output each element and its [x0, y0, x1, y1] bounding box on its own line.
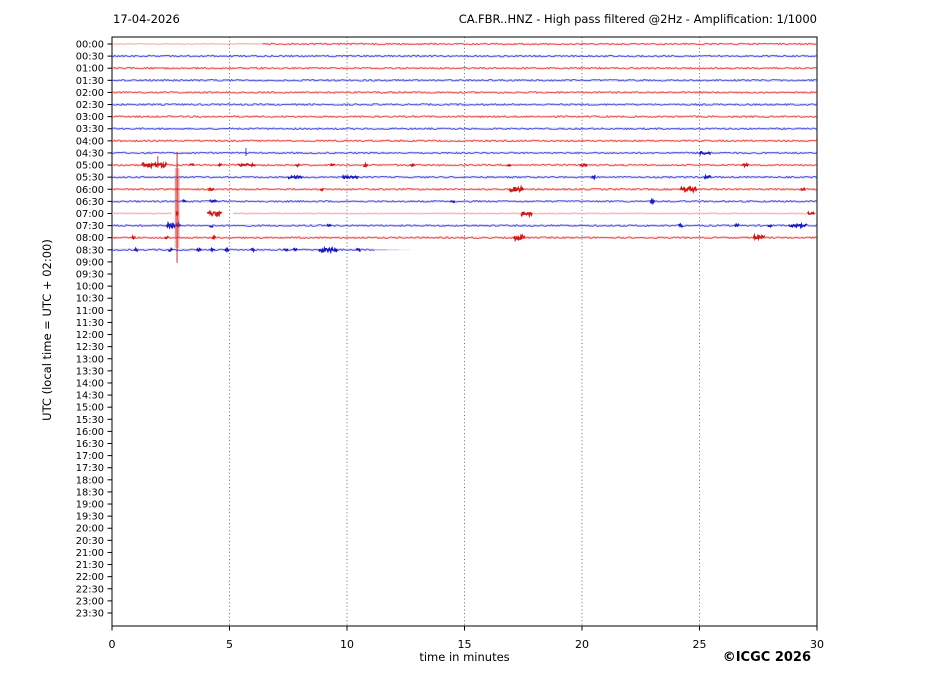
row-label: 17:30	[76, 463, 104, 474]
trace-row-0330	[111, 127, 817, 131]
event-blob	[329, 162, 336, 166]
row-label: 08:00	[76, 233, 104, 244]
row-label: 10:30	[76, 294, 104, 305]
row-label: 07:00	[76, 209, 104, 220]
row-label: 16:00	[76, 427, 104, 438]
main-event-spike	[174, 151, 180, 263]
trace-row-0000	[111, 42, 817, 46]
row-label: 18:30	[76, 487, 104, 498]
event-blob	[767, 224, 773, 228]
x-tick-label: 30	[810, 638, 824, 651]
row-label: 15:00	[76, 403, 104, 414]
row-label: 13:30	[76, 366, 104, 377]
trace-row-0030	[111, 54, 817, 58]
row-label: 18:00	[76, 475, 104, 486]
row-label: 21:30	[76, 560, 104, 571]
row-label: 02:00	[76, 88, 104, 99]
event-blob	[649, 197, 656, 206]
row-label: 22:30	[76, 584, 104, 595]
event-blob	[449, 200, 456, 204]
trace-row-0400	[111, 139, 817, 143]
row-label: 09:00	[76, 257, 104, 268]
row-label: 23:30	[76, 608, 104, 619]
row-label: 14:00	[76, 378, 104, 389]
row-label: 23:00	[76, 596, 104, 607]
trace-row-0300	[111, 115, 817, 119]
row-label: 01:30	[76, 76, 104, 87]
trace-row-0230	[111, 102, 817, 107]
trace-row-0600	[111, 184, 817, 194]
row-label: 15:30	[76, 415, 104, 426]
row-label: 07:30	[76, 221, 104, 232]
trace-row-0530	[111, 173, 817, 181]
event-blob	[591, 174, 597, 181]
x-tick-label: 15	[458, 638, 472, 651]
row-label: 22:00	[76, 572, 104, 583]
row-label: 11:00	[76, 306, 104, 317]
event-blob	[318, 245, 338, 255]
row-label: 12:30	[76, 342, 104, 353]
row-label: 02:30	[76, 100, 104, 111]
row-label: 19:30	[76, 512, 104, 523]
row-label: 20:00	[76, 524, 104, 535]
trace-row-0630	[111, 197, 817, 206]
helicorder-plot: 0 5 10 15 20 25 30 00:0000:3001:0001:3002:0002:…	[76, 36, 824, 651]
row-label: 13:00	[76, 354, 104, 365]
event-blob	[209, 225, 214, 228]
row-label: 06:30	[76, 197, 104, 208]
row-label: 11:30	[76, 318, 104, 329]
trace-row-0500	[111, 156, 817, 170]
x-tick-label: 25	[693, 638, 707, 651]
event-blob	[195, 247, 202, 253]
seismogram-viewer: 17-04-2026 CA.FBR..HNZ - High pass filte…	[0, 0, 927, 696]
trace-row-0100	[111, 66, 817, 70]
event-blob	[207, 187, 215, 192]
event-blob	[506, 163, 512, 167]
row-label: 08:30	[76, 245, 104, 256]
trace-row-0730	[111, 220, 817, 231]
row-label: 01:00	[76, 64, 104, 75]
row-label: 04:00	[76, 136, 104, 147]
event-blob	[206, 209, 223, 218]
event-blob	[341, 174, 359, 180]
event-blob	[210, 246, 216, 254]
trace-row-0200	[111, 90, 817, 95]
row-label: 12:00	[76, 330, 104, 341]
trace-row-0700	[111, 209, 817, 219]
event-blob	[326, 223, 332, 227]
event-blob	[806, 210, 816, 216]
event-blob	[188, 162, 195, 166]
row-label: 09:30	[76, 270, 104, 281]
event-blob	[513, 233, 526, 243]
event-blob	[224, 246, 230, 254]
x-tick-label: 10	[340, 638, 354, 651]
event-blob	[181, 198, 187, 203]
row-label: 00:30	[76, 52, 104, 63]
row-label: 10:00	[76, 282, 104, 293]
x-tick-label: 20	[575, 638, 589, 651]
row-label: 05:30	[76, 173, 104, 184]
row-label: 20:30	[76, 536, 104, 547]
event-blob	[508, 184, 524, 194]
trace-row-0830	[111, 245, 411, 255]
row-label: 03:30	[76, 124, 104, 135]
x-tick-label: 5	[226, 638, 233, 651]
row-label: 05:00	[76, 161, 104, 172]
row-label: 21:00	[76, 548, 104, 559]
row-label: 00:00	[76, 40, 104, 51]
x-tick-label: 0	[109, 638, 116, 651]
row-label: 04:30	[76, 148, 104, 159]
row-label: 14:30	[76, 391, 104, 402]
row-label: 17:00	[76, 451, 104, 462]
row-label: 16:30	[76, 439, 104, 450]
event-blob	[292, 247, 298, 252]
row-label: 03:00	[76, 112, 104, 123]
trace-row-0130	[111, 78, 817, 82]
row-label: 06:00	[76, 185, 104, 196]
event-blob	[734, 222, 740, 228]
row-label: 19:00	[76, 500, 104, 511]
